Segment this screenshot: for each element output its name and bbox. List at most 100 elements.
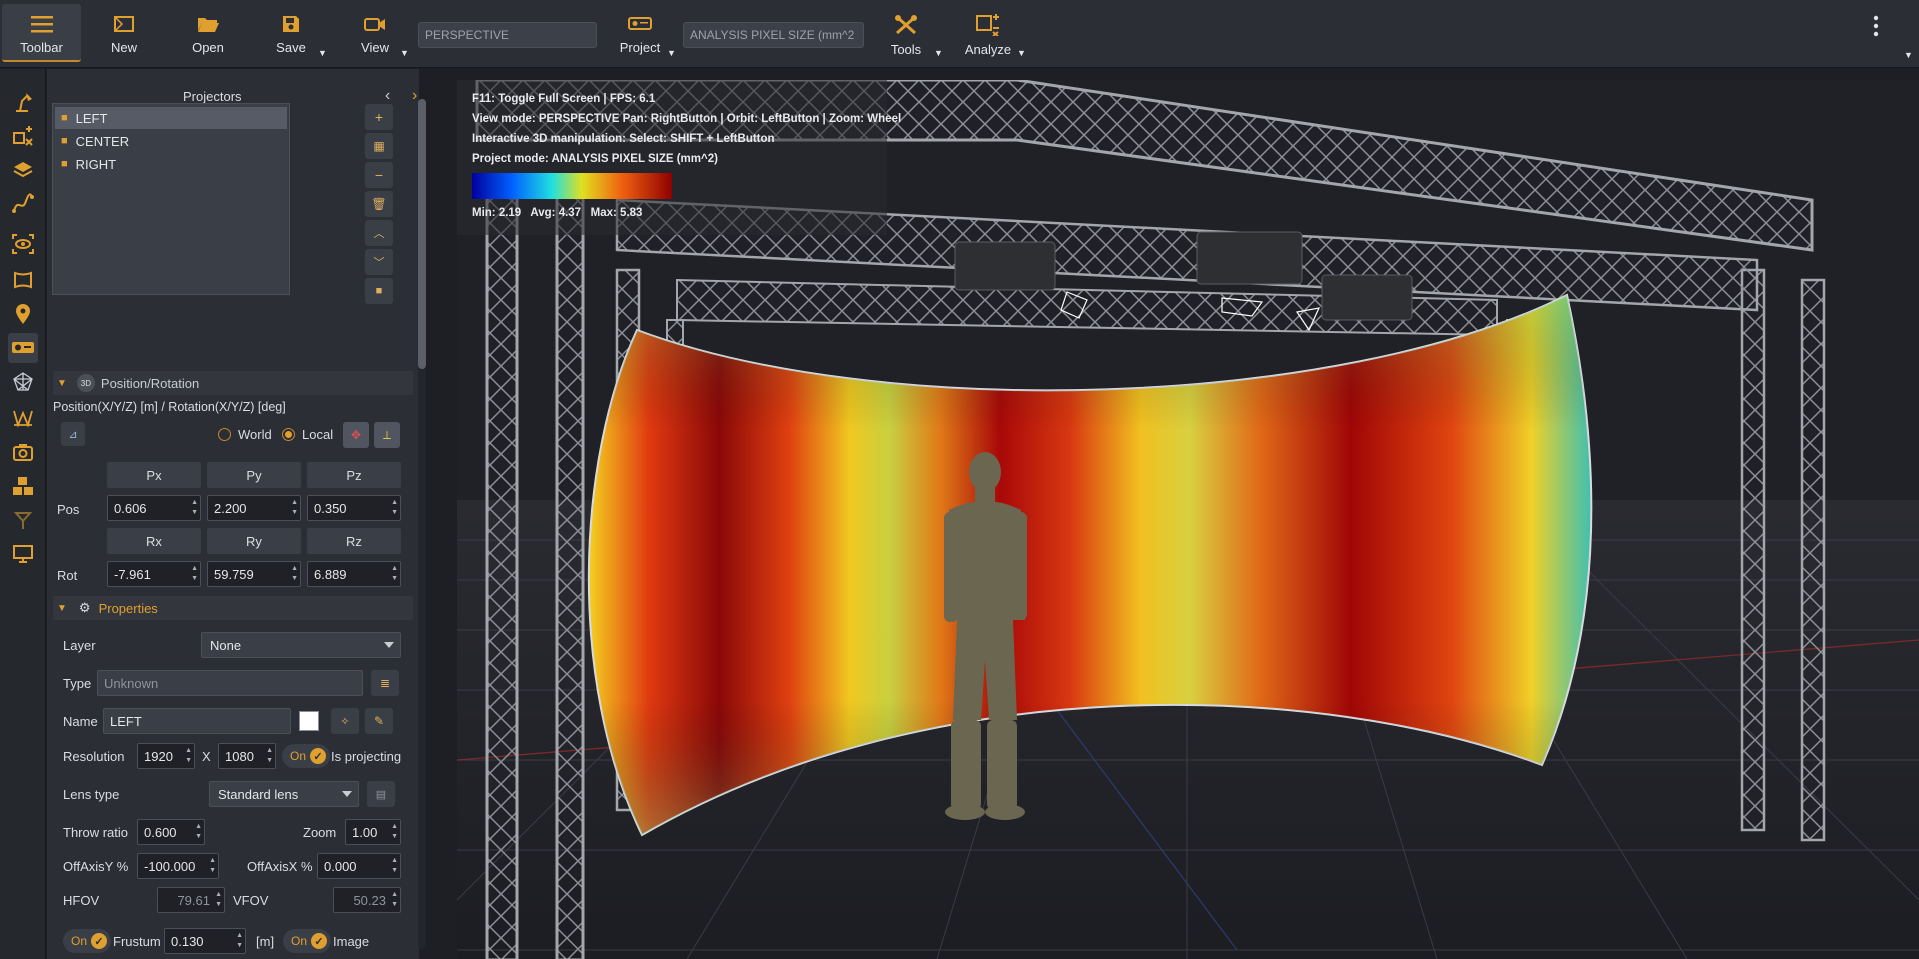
- pos-y-input[interactable]: 2.200 ▲ ▼: [207, 495, 301, 521]
- chevron-right-icon[interactable]: ›: [412, 87, 417, 105]
- spin-arrows-icon[interactable]: ▲ ▼: [209, 856, 216, 876]
- move-up-button[interactable]: ︿: [365, 220, 393, 246]
- rot-x-input[interactable]: -7.961 ▲ ▼: [107, 561, 201, 587]
- resolution-width-input[interactable]: 1920 ▲ ▼: [137, 743, 195, 769]
- projector-item-center[interactable]: ■ CENTER: [55, 130, 287, 152]
- project-dropdown-caret[interactable]: ▼: [667, 48, 676, 58]
- transform-icon[interactable]: ⊿: [61, 422, 85, 446]
- gizmo-axes-icon[interactable]: ⟂: [374, 422, 400, 448]
- rail-add-object-icon[interactable]: [8, 121, 38, 151]
- database-button[interactable]: ≣: [371, 670, 399, 696]
- projector-view-button[interactable]: ■: [365, 278, 393, 304]
- view-mode-field[interactable]: PERSPECTIVE: [418, 22, 597, 48]
- rail-screen-icon[interactable]: [8, 265, 38, 295]
- tools-dropdown-caret[interactable]: ▼: [934, 48, 943, 58]
- rail-mesh-icon[interactable]: [8, 367, 38, 397]
- open-button[interactable]: Open: [182, 4, 234, 62]
- spin-arrows-icon[interactable]: ▲ ▼: [215, 890, 222, 910]
- grid-view-button[interactable]: ▦: [365, 133, 393, 159]
- spin-arrows-icon[interactable]: ▲ ▼: [191, 498, 198, 518]
- project-button[interactable]: Project: [614, 4, 666, 62]
- analyze-button[interactable]: Analyze: [962, 4, 1014, 62]
- image-toggle[interactable]: On ✓: [283, 929, 332, 953]
- layer-select[interactable]: None: [201, 632, 401, 658]
- throw-ratio-input[interactable]: 0.600 ▲ ▼: [137, 819, 205, 845]
- remove-projector-button[interactable]: −: [365, 162, 393, 188]
- rail-eye-focus-icon[interactable]: [8, 229, 38, 259]
- save-dropdown-caret[interactable]: ▼: [318, 48, 327, 58]
- projector-item-right[interactable]: ■ RIGHT: [55, 153, 287, 175]
- zoom-input[interactable]: 1.00 ▲ ▼: [345, 819, 401, 845]
- check-icon: ✓: [310, 748, 327, 764]
- lens-type-select[interactable]: Standard lens: [209, 781, 359, 807]
- overflow-caret[interactable]: ▼: [1904, 50, 1913, 60]
- panel-scrollbar[interactable]: [418, 99, 426, 949]
- rail-lamp-icon[interactable]: [8, 87, 38, 117]
- spin-arrows-icon[interactable]: ▲ ▼: [391, 890, 398, 910]
- offaxis-y-value: -100.000: [144, 859, 196, 874]
- analyze-dropdown-caret[interactable]: ▼: [1017, 48, 1026, 58]
- frustum-toggle[interactable]: On ✓: [63, 929, 112, 953]
- spin-arrows-icon[interactable]: ▲ ▼: [191, 564, 198, 584]
- rail-gauge-icon[interactable]: [8, 505, 38, 535]
- offaxis-y-input[interactable]: -100.000 ▲ ▼: [137, 853, 219, 879]
- properties-section-header[interactable]: ▼ ⚙ Properties: [53, 596, 413, 620]
- spin-arrows-icon[interactable]: ▲ ▼: [236, 931, 243, 951]
- add-projector-button[interactable]: +: [365, 104, 393, 130]
- spin-arrows-icon[interactable]: ▲ ▼: [391, 822, 398, 842]
- spin-arrows-icon[interactable]: ▲ ▼: [391, 856, 398, 876]
- rail-projector-icon[interactable]: [8, 333, 38, 363]
- rail-curve-icon[interactable]: [8, 189, 38, 219]
- rot-z-input[interactable]: 6.889 ▲ ▼: [307, 561, 401, 587]
- viewport-overlay: F11: Toggle Full Screen | FPS: 6.1 View …: [472, 93, 901, 227]
- hfov-input[interactable]: 79.61 ▲ ▼: [157, 887, 225, 913]
- rail-cubes-icon[interactable]: [8, 471, 38, 501]
- delete-projector-button[interactable]: 🗑: [365, 191, 393, 217]
- more-options-icon[interactable]: [1872, 14, 1880, 38]
- color-swatch[interactable]: [299, 711, 319, 731]
- vfov-input[interactable]: 50.23 ▲ ▼: [333, 887, 401, 913]
- database-icon: ≣: [379, 676, 391, 690]
- target-button[interactable]: ✧: [331, 708, 359, 734]
- rail-blend-icon[interactable]: [8, 403, 38, 433]
- new-button[interactable]: New: [98, 4, 150, 62]
- spin-arrows-icon[interactable]: ▲ ▼: [185, 746, 192, 766]
- pos-x-input[interactable]: 0.606 ▲ ▼: [107, 495, 201, 521]
- spin-arrows-icon[interactable]: ▲ ▼: [266, 746, 273, 766]
- rail-monitor-icon[interactable]: [8, 539, 38, 569]
- zoom-value: 1.00: [352, 825, 378, 840]
- is-projecting-toggle[interactable]: On ✓: [282, 744, 331, 768]
- offaxis-x-input[interactable]: 0.000 ▲ ▼: [317, 853, 401, 879]
- lens-settings-button[interactable]: ▤: [367, 781, 395, 807]
- spin-arrows-icon[interactable]: ▲ ▼: [391, 498, 398, 518]
- projector-item-left[interactable]: ■ LEFT: [55, 107, 287, 129]
- spin-arrows-icon[interactable]: ▲ ▼: [291, 564, 298, 584]
- save-button[interactable]: Save: [268, 4, 314, 62]
- rot-y-input[interactable]: 59.759 ▲ ▼: [207, 561, 301, 587]
- rail-layers-icon[interactable]: [8, 155, 38, 185]
- spin-arrows-icon[interactable]: ▲ ▼: [291, 498, 298, 518]
- toolbar-toggle-button[interactable]: Toolbar: [2, 4, 81, 62]
- position-rotation-section-header[interactable]: ▼ 3D Position/Rotation: [53, 371, 413, 395]
- name-field[interactable]: LEFT: [103, 708, 291, 734]
- tools-button[interactable]: Tools: [882, 4, 930, 62]
- spin-arrows-icon[interactable]: ▲ ▼: [391, 564, 398, 584]
- scrollbar-thumb[interactable]: [418, 99, 426, 369]
- edit-button[interactable]: ✎: [365, 708, 393, 734]
- project-mode-field[interactable]: ANALYSIS PIXEL SIZE (mm^2: [683, 22, 864, 48]
- type-field[interactable]: Unknown: [97, 670, 363, 696]
- view-button[interactable]: View: [354, 4, 396, 62]
- rail-location-pin-icon[interactable]: [8, 299, 38, 329]
- move-down-button[interactable]: ﹀: [365, 249, 393, 275]
- local-radio[interactable]: [282, 428, 295, 441]
- chevron-left-icon[interactable]: ‹: [385, 87, 390, 105]
- rail-camera-icon[interactable]: [8, 437, 38, 467]
- world-radio[interactable]: [218, 428, 231, 441]
- spin-arrows-icon[interactable]: ▲ ▼: [195, 822, 202, 842]
- gizmo-move-icon[interactable]: ✥: [343, 422, 369, 448]
- view-dropdown-caret[interactable]: ▼: [400, 48, 409, 58]
- pos-z-input[interactable]: 0.350 ▲ ▼: [307, 495, 401, 521]
- frustum-input[interactable]: 0.130 ▲ ▼: [164, 928, 246, 954]
- resolution-height-input[interactable]: 1080 ▲ ▼: [218, 743, 276, 769]
- resolution-height-value: 1080: [225, 749, 254, 764]
